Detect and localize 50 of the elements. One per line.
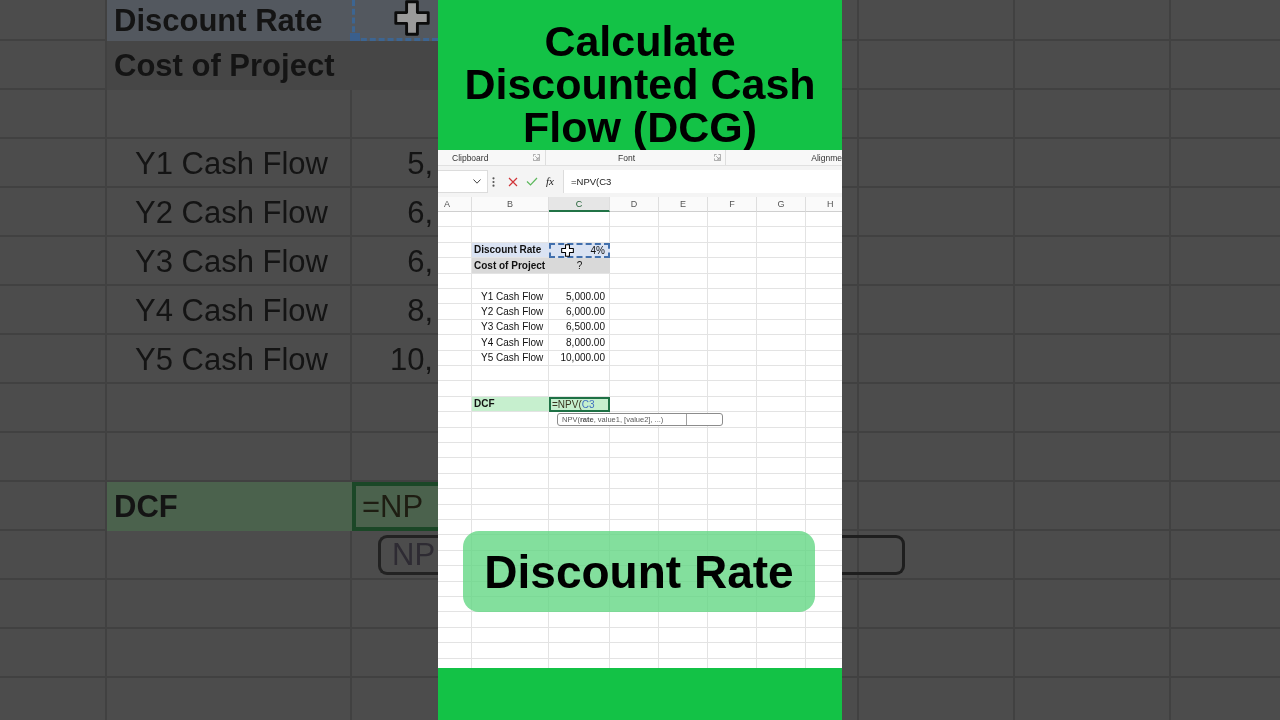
label-cell-text: Y1 Cash Flow	[480, 289, 545, 304]
dialog-launcher-icon[interactable]	[714, 154, 721, 161]
caption-label: Discount Rate	[463, 531, 815, 612]
group-label: Clipboard	[452, 152, 489, 163]
group-label: Alignme	[811, 152, 842, 163]
label-cell: Discount Rate	[107, 0, 352, 41]
value-cell-text: 6,500.00	[565, 320, 606, 335]
column-header[interactable]: B	[472, 197, 549, 212]
label-cell: Discount Rate	[472, 242, 549, 258]
label-cell: Cost of Project	[472, 258, 549, 273]
column-header[interactable]: C	[549, 197, 610, 212]
value-cell-text: 5,000.00	[565, 289, 606, 304]
label-cell: DCF	[107, 482, 352, 531]
check-icon[interactable]	[526, 177, 538, 186]
value-cell-text: 10,000.00	[559, 351, 606, 365]
value-cell-text: 8,	[406, 291, 434, 330]
value-cell-text: 8,000.00	[565, 335, 606, 350]
label-cell-text: Y2 Cash Flow	[480, 305, 545, 319]
column-header[interactable]: F	[708, 197, 757, 212]
label-cell-text: Y4 Cash Flow	[480, 335, 545, 350]
label-cell-text: Y3 Cash Flow	[134, 242, 329, 281]
column-header[interactable]: A	[438, 197, 472, 212]
column-header[interactable]: H	[806, 197, 842, 212]
vertical-dots-icon[interactable]	[492, 176, 495, 187]
label-cell-text: Y1 Cash Flow	[134, 144, 329, 183]
value-cell-text: 6,000.00	[565, 305, 606, 319]
label-cell-text: Y5 Cash Flow	[134, 340, 329, 379]
label-cell: DCF	[472, 396, 549, 412]
label-cell-text: Y4 Cash Flow	[134, 291, 329, 330]
label-cell-text: Y5 Cash Flow	[480, 351, 545, 365]
column-header[interactable]: D	[610, 197, 659, 212]
value-cell: ?	[549, 258, 610, 273]
active-cell: =NP	[352, 482, 438, 531]
label-cell-text: Y3 Cash Flow	[480, 320, 545, 335]
dialog-launcher-icon[interactable]	[533, 154, 540, 161]
group-label: Font	[618, 152, 635, 163]
title-text: Calculate Discounted Cash Flow (DCG)	[463, 20, 817, 149]
active-cell: =NPV(C3	[549, 396, 610, 413]
value-cell-text: 6,	[406, 242, 434, 281]
value-cell-text: 10,	[388, 340, 434, 379]
column-header[interactable]: G	[757, 197, 806, 212]
cross-icon[interactable]	[508, 176, 518, 187]
value-cell-text: 6,	[406, 193, 434, 232]
column-header[interactable]: E	[659, 197, 708, 212]
caret-icon[interactable]	[473, 179, 481, 184]
label-cell-text: Y2 Cash Flow	[134, 193, 329, 232]
tooltip-edge	[842, 535, 905, 575]
value-cell-text: 5,	[406, 144, 434, 183]
formula-input[interactable]: =NPV(C3	[563, 170, 842, 193]
insert-function-button[interactable]: fx	[546, 176, 554, 187]
